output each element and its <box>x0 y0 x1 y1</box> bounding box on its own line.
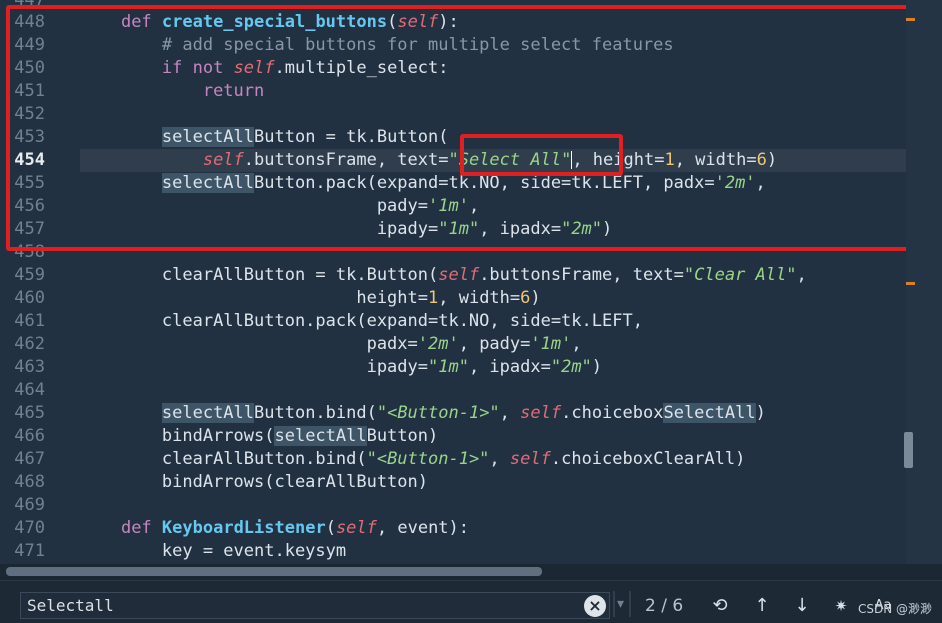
self-keyword: self <box>520 403 562 423</box>
code-token: clearAllButton.pack(expand=tk.NO, side=t… <box>161 311 643 331</box>
search-match: SelectAll <box>663 403 756 423</box>
divider <box>613 591 615 617</box>
match-count: 2 / 6 <box>645 596 684 616</box>
code-token: key = event.keysym <box>161 541 347 561</box>
code-token: clearAllButton = tk.Button( <box>161 265 439 285</box>
code-line-466: bindArrows(selectAllButton) <box>80 425 438 448</box>
find-previous-icon[interactable]: ↑ <box>748 594 776 618</box>
annotation-box-select-all <box>460 134 623 176</box>
line-number: 471 <box>14 541 45 561</box>
search-input[interactable] <box>20 592 610 619</box>
code-editor[interactable]: 447 448 449 450 451 452 453 454 455 456 … <box>0 0 942 564</box>
line-number: 469 <box>14 495 45 515</box>
code-token: height= <box>356 288 428 308</box>
code-token: .choicebox <box>561 403 664 423</box>
string-literal: "Clear All" <box>683 265 797 285</box>
code-token: , pady= <box>458 334 531 354</box>
code-line-467: clearAllButton.bind("<Button-1>", self.c… <box>80 448 745 471</box>
code-token: ( <box>325 518 336 538</box>
code-line-463: ipady="1m", ipadx="2m") <box>80 356 602 379</box>
code-token: .choiceboxClearAll) <box>550 449 746 469</box>
self-keyword: self <box>335 518 377 538</box>
watermark: CSDN @渺渺 <box>858 602 933 616</box>
divider <box>629 591 631 617</box>
string-literal: "<Button-1>" <box>366 449 490 469</box>
self-keyword: self <box>509 449 551 469</box>
code-token: clearAllButton.bind( <box>161 449 367 469</box>
code-line-461: clearAllButton.pack(expand=tk.NO, side=t… <box>80 310 643 333</box>
line-number: 470 <box>14 518 45 538</box>
string-literal: '2m' <box>417 334 459 354</box>
code-token: ) <box>591 357 603 377</box>
line-number: 466 <box>14 426 45 446</box>
code-token: , <box>499 403 521 423</box>
code-token: bindArrows( <box>161 426 275 446</box>
code-line-460: height=1, width=6) <box>80 287 541 310</box>
search-options-icon[interactable]: ✷ <box>830 594 852 618</box>
code-token: bindArrows(clearAllButton) <box>161 472 428 492</box>
search-match: selectAll <box>274 426 367 446</box>
code-token: ipady= <box>366 357 428 377</box>
code-line-470: def KeyboardListener(self, event): <box>80 517 469 540</box>
line-number: 467 <box>14 449 45 469</box>
code-line-465: selectAllButton.bind("<Button-1>", self.… <box>80 402 766 425</box>
code-token: , <box>489 449 510 469</box>
code-token: ) <box>530 288 541 308</box>
keyword: def <box>120 518 152 538</box>
line-number: 460 <box>14 288 45 308</box>
code-line-459: clearAllButton = tk.Button(self.buttonsF… <box>80 264 807 287</box>
function-name: KeyboardListener <box>161 518 326 538</box>
vertical-scroll-thumb[interactable] <box>904 432 913 468</box>
replace-icon[interactable]: ⟲ <box>706 594 734 618</box>
string-literal: '1m' <box>530 334 572 354</box>
clear-search-button[interactable]: × <box>584 595 606 617</box>
number-literal: 1 <box>428 288 439 308</box>
line-number: 462 <box>14 334 45 354</box>
code-line-462: padx='2m', pady='1m', <box>80 333 582 356</box>
self-keyword: self <box>438 265 480 285</box>
code-token: padx= <box>366 334 418 354</box>
code-token: Button) <box>366 426 439 446</box>
line-number: 461 <box>14 311 45 331</box>
search-match: selectAll <box>161 403 255 423</box>
horizontal-scroll-thumb[interactable] <box>6 567 542 576</box>
annotation-box-function <box>6 5 918 251</box>
line-number: 459 <box>14 265 45 285</box>
code-token: .buttonsFrame, text= <box>479 265 684 285</box>
code-line-468: bindArrows(clearAllButton) <box>80 471 428 494</box>
code-token: , <box>571 334 582 354</box>
line-number: 464 <box>14 380 45 400</box>
string-literal: "<Button-1>" <box>376 403 500 423</box>
find-next-icon[interactable]: ↓ <box>788 594 816 618</box>
chevron-down-icon[interactable]: ▾ <box>617 596 624 612</box>
code-token: , <box>796 265 807 285</box>
string-literal: "1m" <box>428 357 469 377</box>
code-token: , width= <box>438 288 521 308</box>
code-token: , event): <box>376 518 470 538</box>
scroll-marker <box>906 18 915 21</box>
line-number: 463 <box>14 357 45 377</box>
code-line-471: key = event.keysym <box>80 540 346 563</box>
scroll-marker <box>906 282 915 285</box>
number-literal: 6 <box>520 288 531 308</box>
code-token: ) <box>755 403 766 423</box>
code-token: Button.bind( <box>254 403 377 423</box>
vertical-scrollbar[interactable] <box>906 0 942 564</box>
string-literal: "2m" <box>550 357 592 377</box>
line-number: 465 <box>14 403 45 423</box>
line-number: 468 <box>14 472 45 492</box>
code-token: , ipadx= <box>468 357 551 377</box>
